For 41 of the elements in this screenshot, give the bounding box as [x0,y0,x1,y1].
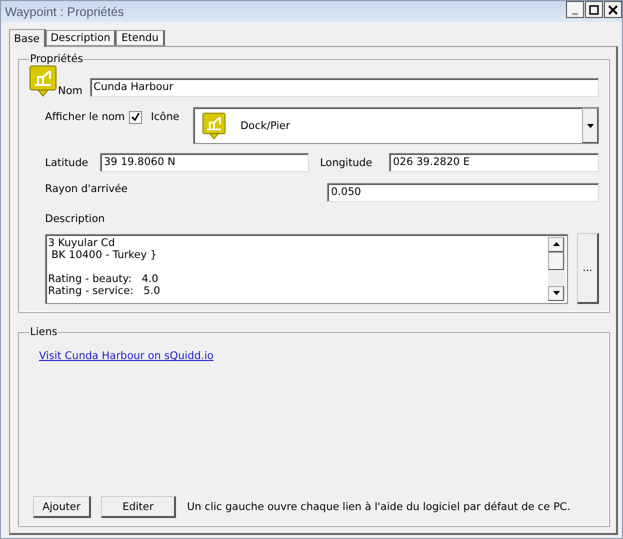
scrollbar[interactable] [548,236,566,300]
dock-marker-icon [202,112,226,140]
show-name-checkbox[interactable] [128,111,142,124]
tab[interactable]: Etendu [116,30,165,46]
field-label: Afficher le nom [45,111,125,123]
close-button[interactable] [604,1,622,18]
field-label: Description [45,213,105,225]
arrow-down-icon [586,124,594,128]
latitude-field[interactable]: 39 19.8060 N [100,153,309,172]
more-button[interactable]: ... [577,233,599,304]
hint-text: Un clic gauche ouvre chaque lien à l'aide du logiciel par défaut de ce PC. [187,501,570,513]
maximize-button[interactable] [585,1,603,18]
tab[interactable]: Base [9,29,46,47]
field-label: Latitude [45,156,90,168]
action-button[interactable]: Editer [101,496,176,518]
action-button[interactable]: Ajouter [33,496,91,518]
window-title: Waypoint : Propriétés [5,4,124,18]
close-icon [608,4,618,14]
description-field[interactable]: 3 Kuyular Cd BK 10400 - Turkey } Rating - beauty: 4.0 Rating - service: 5.0 [45,234,568,304]
field-label: Nom [58,85,83,97]
tab[interactable]: Description [46,30,116,46]
name-field[interactable]: Cunda Harbour [90,78,599,97]
field-label: Icône [150,111,180,123]
minimize-icon [572,12,578,14]
arrival-radius-field[interactable]: 0.050 [327,183,599,202]
arrow-up-icon [552,242,560,246]
arrow-down-icon [552,291,560,295]
icon-dropdown[interactable]: Dock/Pier [193,107,599,144]
checkmark-icon [130,113,140,122]
longitude-field[interactable]: 026 39.2820 E [389,153,599,172]
field-label: Rayon d'arrivée [45,183,129,195]
dropdown-button[interactable] [582,108,598,143]
dock-marker-icon [29,65,57,97]
group-legend: Propriétés [29,53,84,65]
link[interactable]: Visit Cunda Harbour on sQuidd.io [39,350,214,362]
minimize-button[interactable] [566,1,584,18]
maximize-icon [589,4,599,14]
field-label: Longitude [320,156,374,168]
description-text: 3 Kuyular Cd BK 10400 - Turkey } Rating - beauty: 4.0 Rating - service: 5.0 [47,236,162,298]
dropdown-value: Dock/Pier [240,120,290,132]
group-legend: Liens [29,326,58,338]
